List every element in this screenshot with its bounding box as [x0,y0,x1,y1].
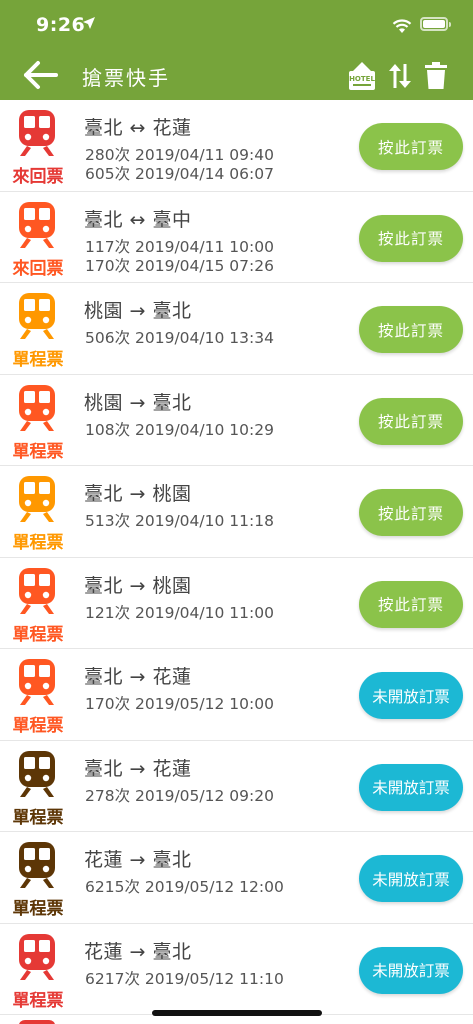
list-item[interactable]: 來回票 臺北 ↔ 臺中 117次 2019/04/11 10:00 170次 2… [0,192,473,283]
hotel-sign-text: HOTEL [349,75,375,83]
train-schedule: 6217次 2019/05/12 11:10 [85,969,284,988]
not-open-button[interactable]: 未開放訂票 [359,855,463,902]
book-ticket-button[interactable]: 按此訂票 [359,306,463,353]
route-label: 臺北 → 桃園 [84,483,192,505]
route-label: 桃園 → 臺北 [84,300,192,322]
not-open-button[interactable]: 未開放訂票 [359,672,463,719]
return-train-schedule: 605次 2019/04/14 06:07 [85,165,274,183]
train-icon [19,842,55,888]
hotel-icon[interactable]: HOTEL [346,60,378,92]
list-item[interactable]: 來回票 臺北 ↔ 花蓮 280次 2019/04/11 09:40 605次 2… [0,100,473,192]
train-schedule: 513次 2019/04/10 11:18 [85,512,274,530]
list-item[interactable]: 單程票 臺北 → 花蓮 278次 2019/05/12 09:20 未開放訂票 [0,741,473,832]
route-label: 臺北 → 花蓮 [84,757,192,780]
nav-bar: 搶票快手 HOTEL [0,50,473,100]
train-icon [19,1020,55,1024]
not-open-button[interactable]: 未開放訂票 [359,763,463,811]
status-time: 9:26 [36,14,86,36]
train-schedule: 6215次 2019/05/12 12:00 [85,878,284,896]
ticket-type-label: 單程票 [12,624,64,645]
train-icon [19,384,55,431]
list-item[interactable]: 單程票 花蓮 → 臺北 6217次 2019/05/12 11:10 未開放訂票 [0,924,473,1015]
train-icon [19,750,55,797]
ticket-type-label: 單程票 [12,899,64,919]
train-icon [19,201,55,248]
train-icon [19,110,55,156]
return-train-schedule: 170次 2019/04/15 07:26 [85,256,274,275]
location-arrow-icon [83,17,95,29]
route-label: 花蓮 → 臺北 [84,849,192,871]
book-ticket-button[interactable]: 按此訂票 [359,580,463,628]
not-open-button[interactable]: 未開放訂票 [359,946,463,994]
train-schedule: 108次 2019/04/10 10:29 [85,420,274,439]
train-icon [19,476,55,522]
route-label: 臺北 → 桃園 [84,574,192,597]
book-ticket-button[interactable]: 按此訂票 [359,397,463,445]
ticket-type-label: 單程票 [12,441,64,462]
book-ticket-button[interactable]: 按此訂票 [359,123,463,170]
train-schedule: 506次 2019/04/10 13:34 [85,329,274,347]
list-item[interactable]: 單程票 臺北 → 桃園 513次 2019/04/10 11:18 按此訂票 [0,466,473,558]
train-icon [19,293,55,339]
ticket-type-label: 來回票 [12,258,64,279]
route-label: 臺北 → 花蓮 [84,666,192,688]
home-indicator [152,1010,322,1016]
train-schedule: 121次 2019/04/10 11:00 [85,603,274,622]
status-bar: 9:26 [0,0,473,50]
route-label: 桃園 → 臺北 [84,391,192,414]
trash-icon[interactable] [424,62,448,90]
list-item[interactable]: 單程票 臺北 → 花蓮 170次 2019/05/12 10:00 未開放訂票 [0,649,473,741]
battery-icon [420,17,451,31]
list-item[interactable]: 單程票 臺北 → 桃園 121次 2019/04/10 11:00 按此訂票 [0,558,473,649]
ticket-type-label: 單程票 [12,807,64,828]
train-schedule: 278次 2019/05/12 09:20 [85,786,274,805]
book-ticket-button[interactable]: 按此訂票 [359,489,463,536]
train-icon [19,933,55,980]
list-item[interactable]: 單程票 桃園 → 臺北 506次 2019/04/10 13:34 按此訂票 [0,283,473,375]
route-label: 花蓮 → 臺北 [84,940,192,963]
list-item[interactable]: 單程票 桃園 → 臺北 108次 2019/04/10 10:29 按此訂票 [0,375,473,466]
page-title: 搶票快手 [82,66,170,90]
train-icon [19,567,55,614]
ticket-type-label: 單程票 [12,716,64,736]
sort-swap-icon[interactable] [387,60,413,92]
ticket-type-label: 來回票 [12,167,64,187]
ticket-type-label: 單程票 [12,990,64,1011]
back-arrow-icon[interactable] [22,58,62,92]
list-item[interactable]: 單程票 花蓮 → 臺北 6215次 2019/05/12 12:00 未開放訂票 [0,832,473,924]
train-schedule: 170次 2019/05/12 10:00 [85,695,274,713]
route-label: 臺北 ↔ 花蓮 [84,117,192,139]
ticket-type-label: 單程票 [12,350,64,370]
ticket-list: 來回票 臺北 ↔ 花蓮 280次 2019/04/11 09:40 605次 2… [0,100,473,1015]
ticket-type-label: 單程票 [12,533,64,553]
train-icon [19,659,55,705]
wifi-icon [392,19,412,33]
route-label: 臺北 ↔ 臺中 [84,208,192,231]
book-ticket-button[interactable]: 按此訂票 [359,214,463,262]
